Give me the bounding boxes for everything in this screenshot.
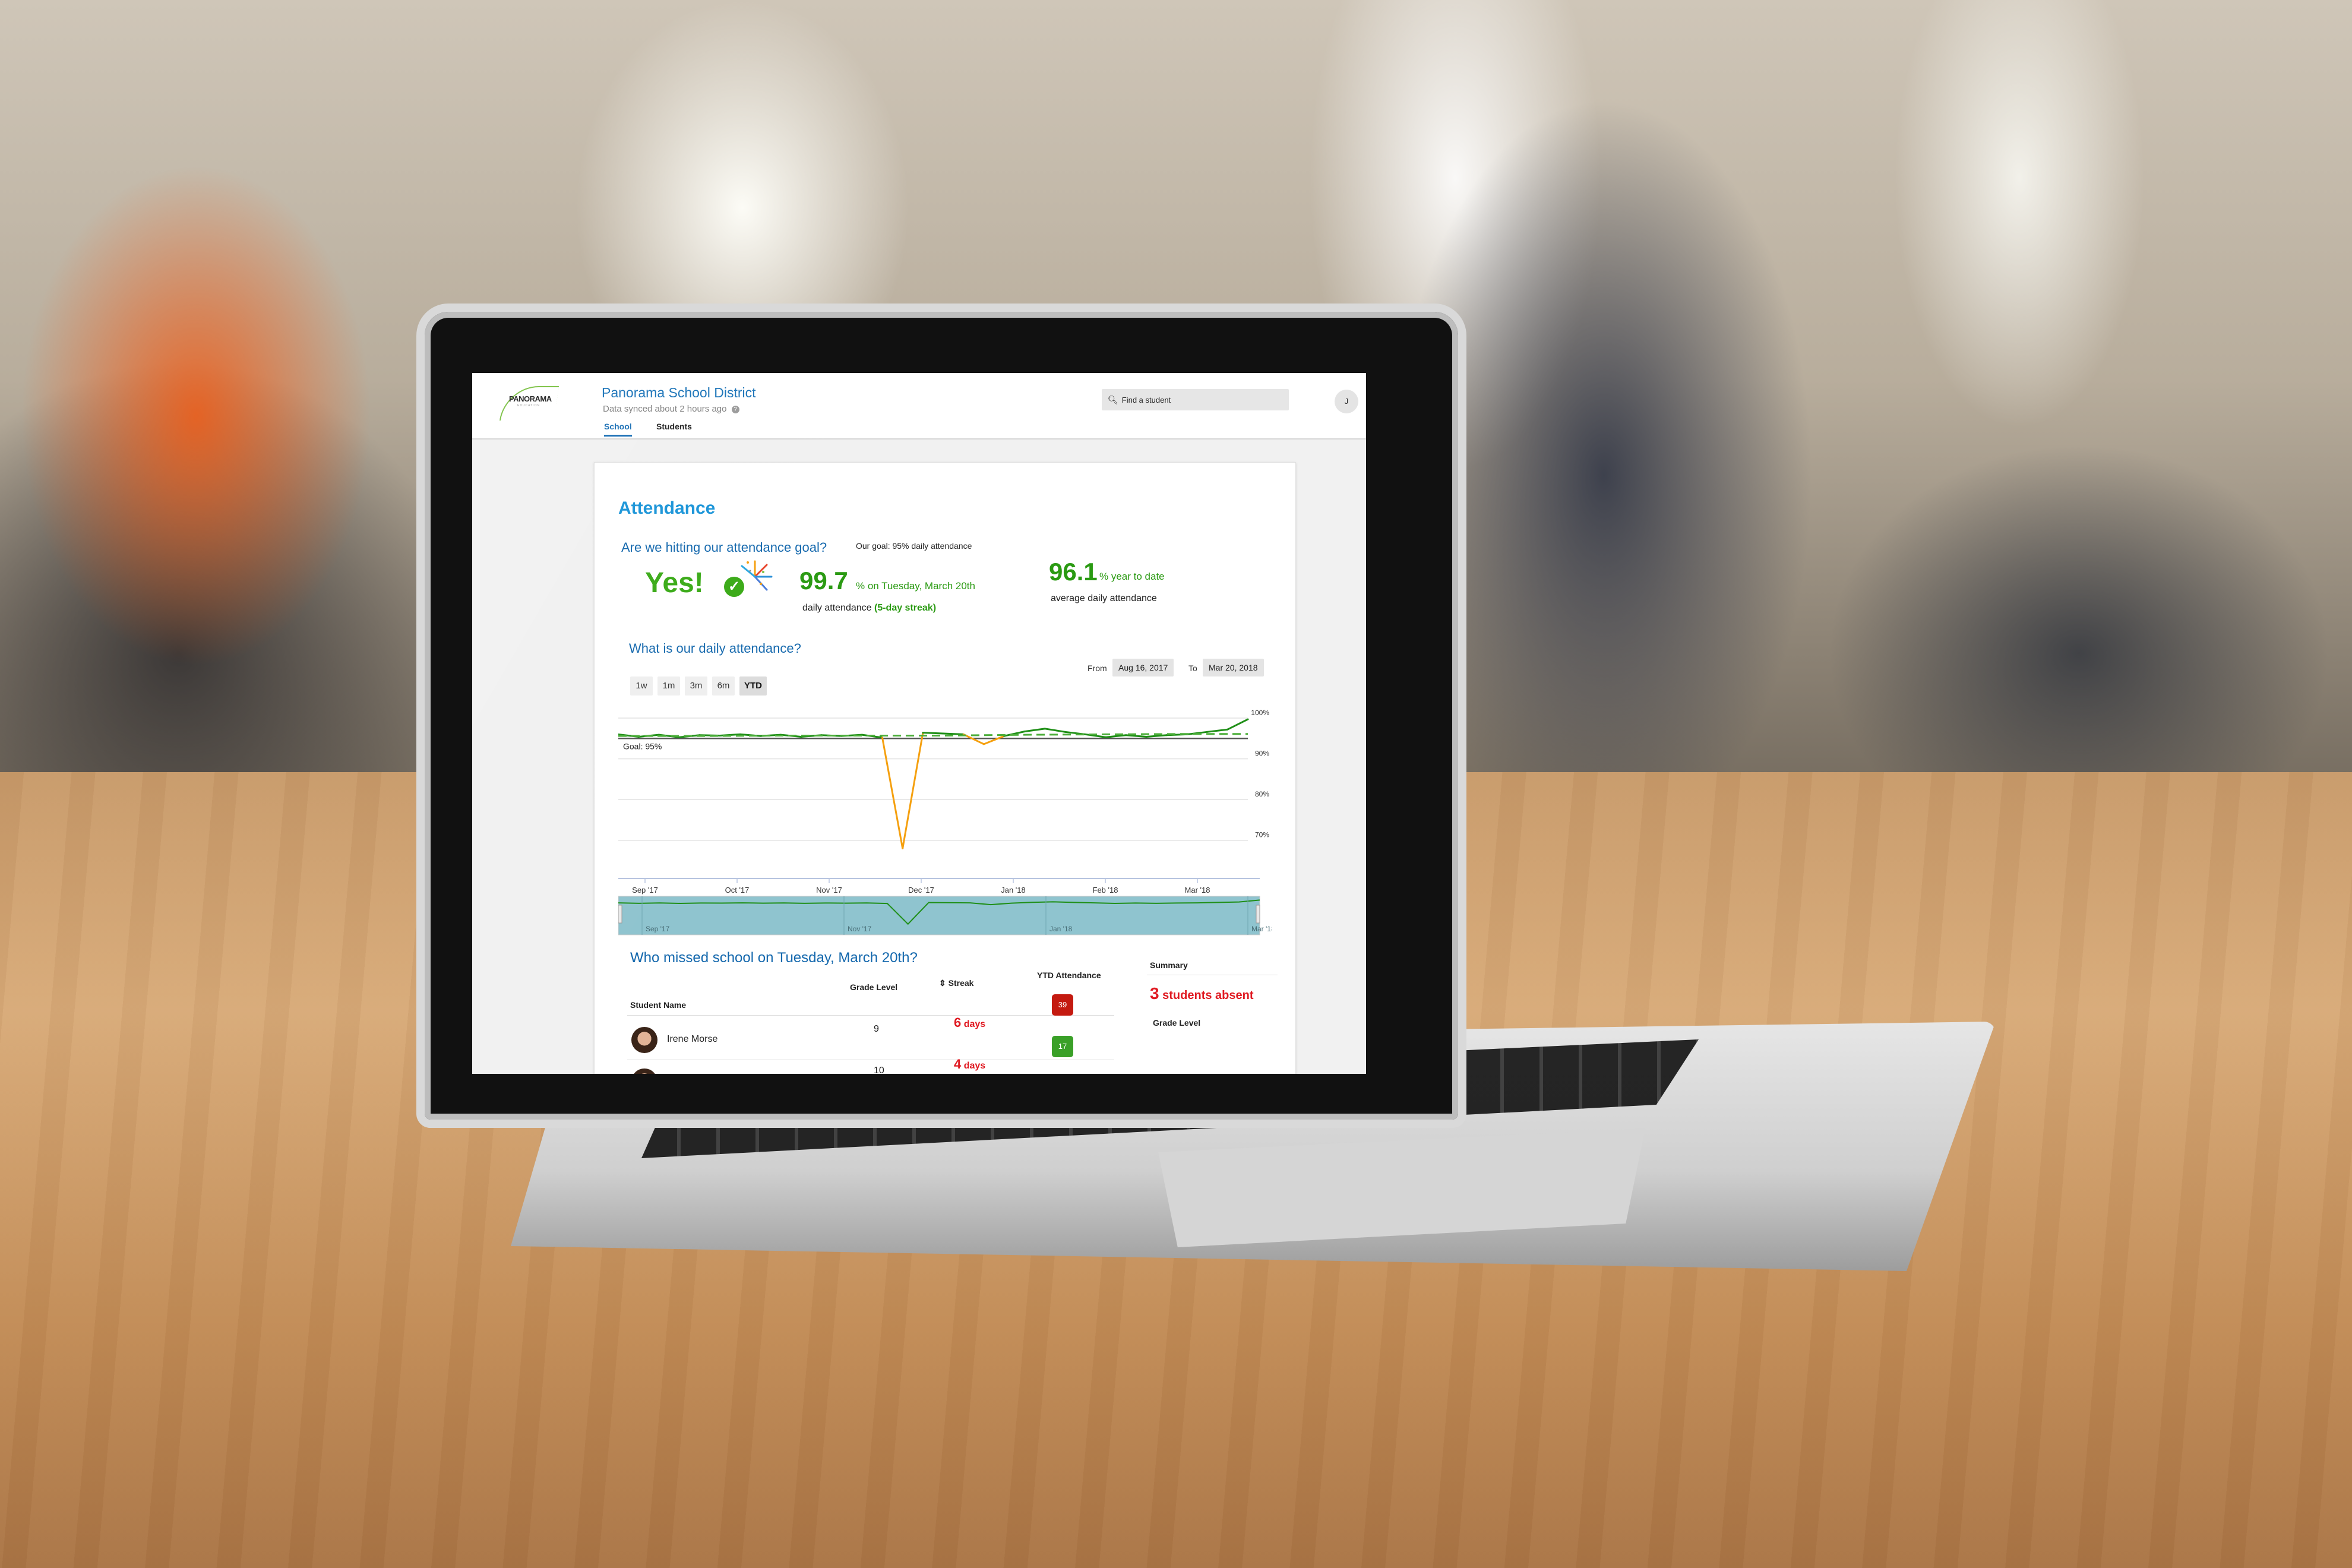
- celebration-burst-icon: [741, 560, 773, 591]
- logo-arc-icon: [499, 386, 559, 421]
- missed-question: Who missed school on Tuesday, March 20th…: [630, 950, 918, 966]
- col-streak-label: Streak: [948, 978, 974, 988]
- student-grade: 10: [874, 1066, 884, 1074]
- y-tick-label: 70%: [1255, 831, 1269, 839]
- x-tick-label: Jan '18: [1001, 886, 1026, 894]
- today-attendance-date: % on Tuesday, March 20th: [856, 580, 975, 592]
- series-segment: [1145, 734, 1168, 738]
- absent-count: 3 students absent: [1150, 984, 1254, 1003]
- goal-label: Goal: 95%: [623, 741, 662, 751]
- streak-number: 6: [954, 1015, 962, 1030]
- tab-school[interactable]: School: [604, 422, 632, 437]
- from-label: From: [1088, 663, 1107, 673]
- laptop-screen: PANORAMA EDUCATION Panorama School Distr…: [472, 373, 1366, 1074]
- attendance-chart-svg: 100% 90% 80% 70% Goal: 95% Sep '17 Oct '17 Nov …: [617, 709, 1275, 935]
- student-streak: 4 days: [954, 1057, 985, 1072]
- range-1w-button[interactable]: 1w: [630, 676, 653, 696]
- col-student-name[interactable]: Student Name: [630, 1000, 686, 1010]
- col-streak[interactable]: ⇕ Streak: [939, 978, 973, 988]
- series-segment: [1023, 728, 1046, 733]
- x-tick-label: Feb '18: [1093, 886, 1118, 894]
- x-tick-label: Dec '17: [908, 886, 934, 894]
- absent-label: students absent: [1162, 989, 1254, 1002]
- student-name[interactable]: Irene Morse: [667, 1034, 717, 1045]
- page-title: Attendance: [618, 498, 716, 518]
- range-3m-button[interactable]: 3m: [685, 676, 707, 696]
- y-tick-label: 100%: [1251, 709, 1269, 717]
- user-avatar[interactable]: J: [1335, 390, 1358, 413]
- ytd-attendance-suffix: % year to date: [1099, 571, 1165, 582]
- summary-title: Summary: [1150, 960, 1188, 970]
- x-tick-label: Oct '17: [725, 886, 750, 894]
- series-segment: [902, 732, 924, 849]
- goal-answer: Yes!: [645, 567, 704, 599]
- today-attendance-value: 99.7: [799, 567, 848, 595]
- ytd-attendance-value: 96.1: [1049, 558, 1098, 586]
- from-date-input[interactable]: Aug 16, 2017: [1112, 659, 1174, 676]
- help-icon[interactable]: ?: [731, 406, 739, 413]
- to-date-input[interactable]: Mar 20, 2018: [1203, 659, 1264, 676]
- student-avatar: [631, 1068, 657, 1074]
- goal-note: Our goal: 95% daily attendance: [856, 541, 972, 551]
- absent-number: 3: [1150, 984, 1159, 1003]
- y-tick-label: 90%: [1255, 750, 1269, 758]
- x-tick-label: Sep '17: [632, 886, 658, 894]
- x-tick-label: Nov '17: [816, 886, 842, 894]
- series-segment: [982, 735, 1006, 745]
- district-name: Panorama School District: [602, 385, 756, 400]
- streak-number: 4: [954, 1057, 962, 1071]
- student-grade: 9: [874, 1024, 879, 1034]
- streak-unit: days: [963, 1019, 986, 1029]
- navigator-handle-right: [1256, 905, 1260, 924]
- series-segment: [1226, 718, 1249, 731]
- series-segment: [1125, 734, 1147, 738]
- student-streak: 6 days: [954, 1015, 985, 1030]
- streak-unit: days: [963, 1061, 986, 1071]
- ytd-attendance-label: average daily attendance: [1051, 593, 1157, 603]
- app-header: PANORAMA EDUCATION Panorama School Distr…: [472, 373, 1366, 440]
- navigator-tick-label: Sep '17: [646, 925, 670, 933]
- col-ytd-attendance[interactable]: YTD Attendance: [1037, 970, 1101, 980]
- daily-attendance-question: What is our daily attendance?: [629, 641, 801, 656]
- goal-question: Are we hitting our attendance goal?: [621, 540, 827, 555]
- range-1m-button[interactable]: 1m: [657, 676, 680, 696]
- series-segment: [922, 732, 944, 735]
- col-grade-level[interactable]: Grade Level: [850, 982, 897, 992]
- series-segment: [1044, 728, 1066, 733]
- logo-subtext: EDUCATION: [517, 404, 540, 407]
- summary-grade-heading: Grade Level: [1153, 1018, 1201, 1028]
- logo-wordmark: PANORAMA: [509, 394, 552, 403]
- student-avatar: [631, 1027, 657, 1053]
- search-placeholder: Find a student: [1121, 395, 1171, 404]
- range-ytd-button[interactable]: YTD: [739, 676, 767, 696]
- navigator-tick-label: Nov '17: [848, 925, 872, 933]
- ytd-attendance-badge: 39: [1052, 994, 1073, 1016]
- sync-status-text: Data synced about 2 hours ago: [603, 404, 727, 414]
- attendance-chart: 100% 90% 80% 70% Goal: 95% Sep '17 Oct '17 Nov …: [617, 706, 1275, 944]
- navigator-handle-left: [618, 905, 622, 924]
- ytd-attendance-badge: 17: [1052, 1036, 1073, 1057]
- search-icon: 🔍︎: [1108, 394, 1118, 404]
- student-search-input[interactable]: 🔍︎ Find a student: [1102, 389, 1289, 410]
- y-tick-label: 80%: [1255, 790, 1269, 798]
- navigator-tick-label: Jan '18: [1049, 925, 1073, 933]
- attendance-card: Attendance Are we hitting our attendance…: [594, 462, 1296, 1074]
- sort-icon[interactable]: ⇕: [939, 978, 946, 988]
- today-label-text: daily attendance: [802, 603, 872, 613]
- streak-text: (5-day streak): [874, 603, 937, 613]
- sync-status: Data synced about 2 hours ago ?: [603, 404, 739, 414]
- table-header-divider: [627, 1015, 1114, 1016]
- to-label: To: [1188, 663, 1197, 673]
- today-attendance-label: daily attendance (5-day streak): [802, 603, 936, 614]
- series-segment: [1105, 734, 1127, 738]
- tab-students[interactable]: Students: [656, 422, 692, 435]
- range-6m-button[interactable]: 6m: [712, 676, 735, 696]
- series-segment: [1206, 728, 1229, 733]
- x-tick-label: Mar '18: [1185, 886, 1210, 894]
- series-segment: [881, 736, 904, 849]
- panorama-logo[interactable]: PANORAMA EDUCATION: [499, 386, 567, 422]
- navigator-tick-label: Mar '18: [1251, 925, 1272, 933]
